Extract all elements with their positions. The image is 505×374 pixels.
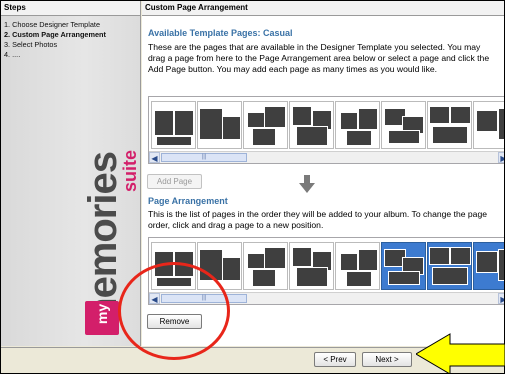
- photo-placeholder: [358, 249, 378, 271]
- page-thumbnail[interactable]: [427, 101, 472, 149]
- photo-placeholder: [450, 106, 471, 124]
- page-thumbnail[interactable]: [427, 242, 472, 290]
- page-thumbnail[interactable]: [473, 242, 504, 290]
- add-page-button[interactable]: Add Page: [147, 174, 202, 189]
- photo-placeholder: [429, 106, 450, 124]
- photo-placeholder: [247, 112, 265, 128]
- page-thumbnail[interactable]: [197, 101, 242, 149]
- photo-placeholder: [252, 128, 276, 146]
- step-item: 4. ....: [4, 50, 21, 59]
- down-arrow-icon: [299, 175, 315, 193]
- page-thumbnail[interactable]: [151, 101, 196, 149]
- scroll-right-icon[interactable]: ▶: [498, 293, 504, 304]
- scrollbar-thumb[interactable]: |||: [161, 153, 247, 162]
- prev-button[interactable]: < Prev: [314, 352, 356, 367]
- photo-placeholder: [247, 253, 265, 269]
- step-item: 3. Select Photos: [4, 40, 58, 49]
- photo-placeholder: [388, 130, 420, 144]
- page-thumbnail[interactable]: [381, 101, 426, 149]
- step-item-active: 2. Custom Page Arrangement: [4, 30, 106, 39]
- available-pages-heading: Available Template Pages: Casual: [148, 28, 293, 38]
- photo-placeholder: [346, 271, 372, 287]
- page-title: Custom Page Arrangement: [142, 1, 504, 16]
- photo-placeholder: [264, 247, 286, 269]
- available-pages-strip[interactable]: ◀ ||| ▶: [148, 96, 504, 164]
- next-button[interactable]: Next >: [362, 352, 412, 367]
- scroll-right-icon[interactable]: ▶: [498, 152, 504, 163]
- photo-placeholder: [156, 136, 192, 146]
- logo-my-text: my: [94, 303, 110, 325]
- page-thumbnail[interactable]: [335, 101, 380, 149]
- annotation-circle: [118, 262, 230, 360]
- available-pages-description: These are the pages that are available i…: [148, 42, 490, 74]
- photo-placeholder: [252, 269, 276, 287]
- photo-placeholder: [429, 247, 450, 265]
- photo-placeholder: [154, 110, 174, 136]
- page-thumbnail[interactable]: [243, 101, 288, 149]
- photo-placeholder: [432, 267, 468, 285]
- wizard-window: Steps 1. Choose Designer Template 2. Cus…: [0, 0, 505, 374]
- page-thumbnail[interactable]: [243, 242, 288, 290]
- logo-suite-text: suite: [120, 149, 140, 192]
- available-pages-scrollbar[interactable]: ◀ ||| ▶: [149, 151, 504, 163]
- photo-placeholder: [476, 251, 498, 273]
- page-thumbnail[interactable]: [289, 101, 334, 149]
- photo-placeholder: [174, 110, 194, 136]
- photo-placeholder: [432, 126, 468, 144]
- photo-placeholder: [498, 108, 504, 140]
- available-pages-list: [151, 101, 504, 149]
- page-arrangement-description: This is the list of pages in the order t…: [148, 209, 488, 230]
- steps-title: Steps: [1, 1, 140, 16]
- photo-placeholder: [340, 253, 358, 271]
- photo-placeholder: [498, 249, 504, 281]
- photo-placeholder: [358, 108, 378, 130]
- photo-placeholder: [292, 106, 312, 126]
- page-thumbnail[interactable]: [289, 242, 334, 290]
- photo-placeholder: [292, 247, 312, 267]
- scroll-left-icon[interactable]: ◀: [149, 152, 160, 163]
- photo-placeholder: [296, 267, 328, 287]
- page-arrangement-heading: Page Arrangement: [148, 196, 228, 206]
- photo-placeholder: [296, 126, 328, 146]
- photo-placeholder: [222, 116, 241, 140]
- photo-placeholder: [476, 110, 498, 132]
- photo-placeholder: [340, 112, 358, 130]
- photo-placeholder: [222, 257, 241, 281]
- step-item: 1. Choose Designer Template: [4, 20, 100, 29]
- photo-placeholder: [450, 247, 471, 265]
- logo-my-badge: my: [85, 301, 119, 335]
- page-thumbnail[interactable]: [473, 101, 504, 149]
- page-thumbnail[interactable]: [335, 242, 380, 290]
- annotation-arrow-icon: [416, 333, 505, 374]
- photo-placeholder: [346, 130, 372, 146]
- page-thumbnail[interactable]: [381, 242, 426, 290]
- steps-list: 1. Choose Designer Template 2. Custom Pa…: [4, 20, 140, 60]
- photo-placeholder: [199, 108, 223, 140]
- photo-placeholder: [264, 106, 286, 128]
- photo-placeholder: [388, 271, 420, 285]
